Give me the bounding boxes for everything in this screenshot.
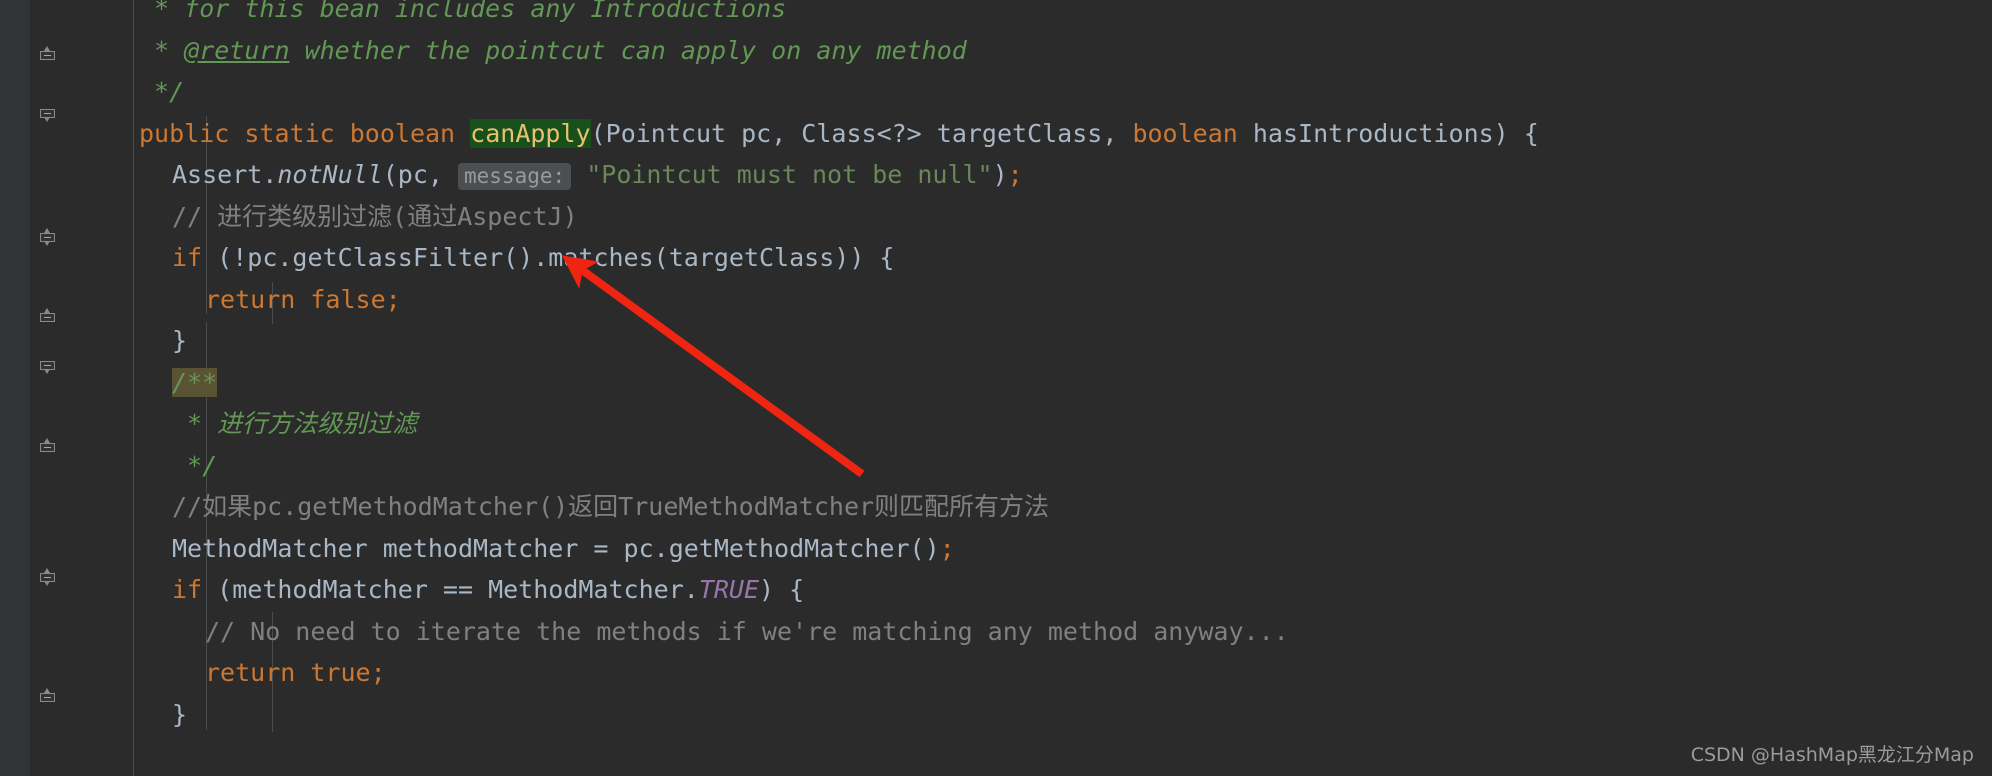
line-jdoc-close-token-0: */ — [172, 450, 218, 480]
line-assert-notnull[interactable]: Assert.notNull(pc, message: "Pointcut mu… — [172, 154, 1023, 196]
line-method-signature-token-4: boolean — [349, 118, 456, 148]
line-return-true-token-0: return — [205, 658, 296, 687]
line-assert-notnull-token-2: (pc, — [382, 160, 443, 189]
line-method-signature-token-3 — [335, 119, 350, 148]
line-method-signature-token-5 — [455, 119, 470, 148]
line-if-classfilter-token-0: if — [172, 243, 203, 272]
line-comment-class-filter-token-0: // 进行类级别过滤(通过AspectJ) — [172, 201, 578, 231]
line-methodmatcher-decl-token-0: MethodMatcher methodMatcher = pc.getMeth… — [172, 533, 940, 563]
csdn-watermark: CSDN @HashMap黑龙江分Map — [1690, 744, 1974, 766]
line-method-signature-token-9: hasIntroductions) { — [1237, 118, 1539, 148]
line-method-signature-token-6: canApply — [470, 118, 591, 148]
line-jdoc-method-filter[interactable]: * 进行方法级别过滤 — [172, 403, 417, 445]
line-close-if-1-token-0: } — [172, 326, 188, 355]
line-methodmatcher-decl-token-1: ; — [939, 533, 955, 563]
line-assert-notnull-token-1: notNull — [277, 160, 383, 189]
line-assert-notnull-token-8: ; — [1007, 160, 1023, 189]
line-return-true-token-1 — [295, 658, 310, 687]
line-assert-notnull-token-6: "Pointcut must not be null" — [586, 160, 993, 189]
line-assert-notnull-token-3 — [443, 160, 458, 189]
line-if-methodmatcher-true-token-0: if — [172, 575, 203, 604]
line-return-false-token-1 — [295, 285, 310, 314]
line-javadoc-end-token-0: */ — [139, 77, 185, 106]
line-methodmatcher-decl[interactable]: MethodMatcher methodMatcher = pc.getMeth… — [172, 528, 955, 570]
line-jdoc-open[interactable]: /** — [172, 362, 218, 404]
line-assert-notnull-token-4: message: — [458, 163, 572, 190]
line-comment-no-need-token-0: // No need to iterate the methods if we'… — [205, 616, 1289, 646]
line-return-true-token-3: ; — [370, 658, 386, 687]
line-javadoc-cont[interactable]: * for this bean includes any Introductio… — [139, 0, 786, 30]
line-return-false[interactable]: return false; — [205, 279, 401, 321]
line-return-false-token-2: false — [310, 284, 386, 314]
line-method-signature-token-2: static — [244, 118, 335, 148]
line-javadoc-return-token-0: * — [139, 35, 185, 65]
line-assert-notnull-token-5 — [571, 160, 586, 189]
line-method-signature-token-7: (Pointcut pc, Class<?> targetClass, — [590, 118, 1133, 148]
line-return-true[interactable]: return true; — [205, 652, 386, 694]
line-if-classfilter[interactable]: if (!pc.getClassFilter().matches(targetC… — [172, 237, 894, 279]
line-if-methodmatcher-true-token-3: ) { — [759, 575, 805, 604]
line-jdoc-close[interactable]: */ — [172, 445, 217, 487]
code-text-area[interactable]: * for this bean includes any Introductio… — [0, 0, 1992, 776]
line-method-signature-token-8: boolean — [1132, 118, 1238, 148]
line-jdoc-open-token-0: /** — [172, 367, 218, 397]
line-comment-no-need[interactable]: // No need to iterate the methods if we'… — [205, 611, 1289, 653]
line-method-signature[interactable]: public static boolean canApply(Pointcut … — [139, 113, 1539, 155]
line-close-if-2-token-0: } — [172, 699, 188, 729]
line-return-false-token-3: ; — [385, 284, 401, 314]
line-if-methodmatcher-true-token-1: (methodMatcher == MethodMatcher. — [202, 575, 699, 604]
line-if-methodmatcher-true-token-2: TRUE — [698, 575, 760, 604]
line-method-signature-token-0: public — [139, 118, 230, 148]
line-javadoc-return-token-1: @return — [184, 35, 290, 65]
line-javadoc-return[interactable]: * @return whether the pointcut can apply… — [139, 30, 967, 72]
line-javadoc-end[interactable]: */ — [139, 71, 184, 113]
line-assert-notnull-token-7: ) — [992, 160, 1008, 189]
line-if-classfilter-token-1: (!pc.getClassFilter().matches(targetClas… — [202, 243, 895, 272]
line-jdoc-method-filter-token-0: * 进行方法级别过滤 — [172, 409, 418, 438]
line-javadoc-cont-token-0: * for this bean includes any Introductio… — [139, 0, 787, 23]
line-comment-truemethodmatcher-token-0: //如果pc.getMethodMatcher()返回TrueMethodMat… — [172, 492, 1050, 521]
line-if-methodmatcher-true[interactable]: if (methodMatcher == MethodMatcher.TRUE)… — [172, 569, 804, 611]
line-return-true-token-2: true — [310, 658, 371, 687]
line-method-signature-token-1 — [229, 119, 244, 148]
line-comment-class-filter[interactable]: // 进行类级别过滤(通过AspectJ) — [172, 196, 578, 238]
line-assert-notnull-token-0: Assert. — [172, 160, 278, 189]
line-close-if-2[interactable]: } — [172, 694, 187, 736]
ide-code-editor-screenshot: * for this bean includes any Introductio… — [0, 0, 1992, 776]
line-return-false-token-0: return — [205, 284, 296, 314]
line-javadoc-return-token-2: whether the pointcut can apply on any me… — [289, 35, 967, 65]
line-comment-truemethodmatcher[interactable]: //如果pc.getMethodMatcher()返回TrueMethodMat… — [172, 486, 1049, 528]
line-close-if-1[interactable]: } — [172, 320, 187, 362]
